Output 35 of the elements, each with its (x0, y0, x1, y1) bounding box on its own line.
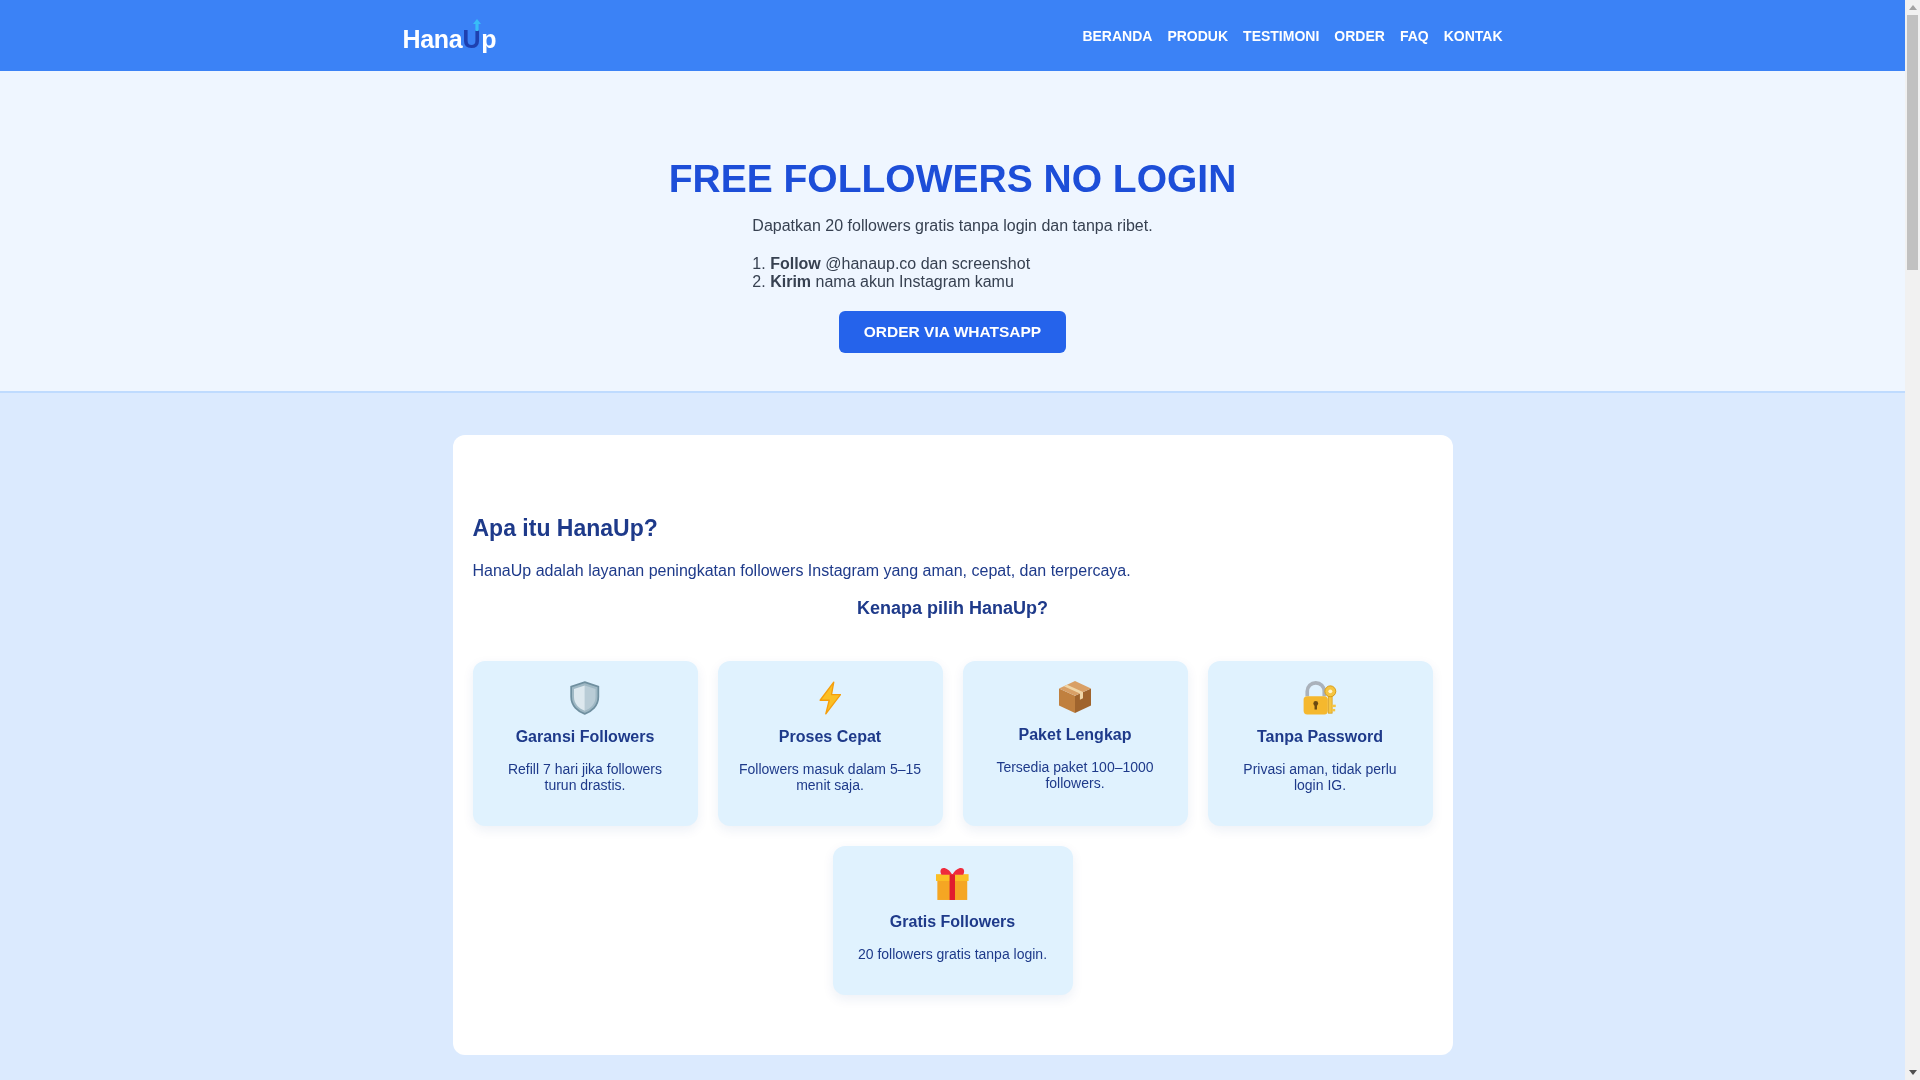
shield-icon (570, 681, 600, 715)
hero-title: FREE FOLLOWERS NO LOGIN (668, 157, 1237, 201)
feature-description: Refill 7 hari jika followers turun drastis. (506, 761, 664, 793)
nav-link[interactable]: ORDER (1334, 27, 1385, 44)
nav-link[interactable]: KONTAK (1443, 27, 1503, 44)
step-item: 1. Follow @hanaup.co dan screenshot (752, 255, 1032, 273)
section-description: HanaUp adalah layanan peningkatan followers Instagram yang aman, cepat, dan terpercaya. (472, 562, 1132, 580)
scroll-down-icon[interactable] (1908, 1070, 1917, 1075)
padlock-key-icon (1303, 681, 1337, 715)
feature-title: Paket Lengkap (1017, 726, 1133, 744)
section-heading: Apa itu HanaUp? (472, 515, 659, 542)
nav-link[interactable]: FAQ (1399, 27, 1429, 44)
scrollbar-thumb[interactable] (1907, 15, 1918, 270)
scroll-up-icon[interactable] (1908, 5, 1917, 10)
feature-title: Proses Cepat (777, 728, 883, 746)
nav-link[interactable]: BERANDA (1082, 27, 1153, 44)
lightning-bolt-icon (818, 681, 842, 715)
nav-link[interactable]: PRODUK (1167, 27, 1229, 44)
feature-title: Gratis Followers (888, 913, 1017, 931)
nav-link[interactable]: TESTIMONI (1243, 27, 1320, 44)
feature-description: Tersedia paket 100–1000 followers. (995, 759, 1155, 791)
feature-description: 20 followers gratis tanpa login. (856, 946, 1049, 962)
feature-title: Tanpa Password (1256, 728, 1384, 746)
hero-subtitle: Dapatkan 20 followers gratis tanpa login dan tanpa ribet. (752, 217, 1153, 235)
scrollbar[interactable] (1905, 0, 1920, 1080)
logo[interactable]: HanaUp (402, 19, 497, 52)
order-button[interactable]: ORDER VIA WHATSAPP (838, 311, 1067, 353)
feature-description: Followers masuk dalam 5–15 menit saja. (737, 761, 923, 793)
cardboard-box-icon (1059, 681, 1091, 713)
step-item: 2. Kirim nama akun Instagram kamu (752, 273, 1015, 291)
up-arrow-icon (473, 19, 482, 31)
feature-title: Garansi Followers (514, 728, 656, 746)
feature-description: Privasi aman, tidak perlu login IG. (1242, 761, 1398, 793)
gift-icon (936, 866, 969, 900)
features-heading: Kenapa pilih HanaUp? (856, 598, 1049, 619)
